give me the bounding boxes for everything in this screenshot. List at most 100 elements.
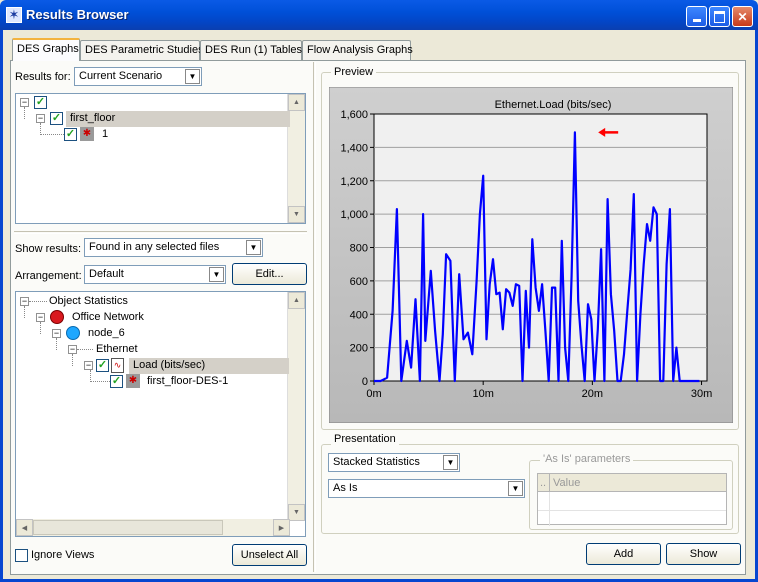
chevron-down-icon[interactable]: ▼ [246,240,261,255]
tab-des-parametric-studies[interactable]: DES Parametric Studies [80,40,204,60]
tree-item-load[interactable]: Load (bits/sec) [129,358,289,374]
tree-item-first-floor[interactable]: first_floor [66,111,290,127]
tree-item-first-floor-des-1[interactable]: first_floor-DES-1 [147,375,228,391]
y-tick-label: 1,400 [340,142,368,154]
expand-collapse-icon[interactable]: − [36,313,45,322]
show-button[interactable]: Show [666,543,741,565]
scroll-right-icon[interactable]: ▶ [273,519,290,536]
first-floor-checkbox[interactable]: ✓ [50,112,63,125]
expand-collapse-icon[interactable]: − [20,297,29,306]
close-button[interactable]: ✕ [732,6,753,27]
pane-splitter[interactable] [14,231,307,234]
expand-collapse-icon[interactable]: − [52,329,61,338]
statistics-tree-vscrollbar[interactable]: ▲ ▼ [287,292,305,521]
vertical-splitter[interactable] [313,62,316,572]
x-tick-label: 20m [582,388,603,400]
add-button[interactable]: Add [586,543,661,565]
scroll-up-icon[interactable]: ▲ [288,292,305,309]
show-results-value: Found in any selected files [89,241,220,253]
tree-connector [24,107,25,119]
scroll-down-icon[interactable]: ▼ [288,504,305,521]
statistics-tree-hscrollbar[interactable]: ◀ ▶ [16,519,290,536]
y-tick-label: 1,600 [340,109,368,121]
maximize-icon [714,10,725,23]
run-icon: ✱ [126,374,140,388]
chart-title: Ethernet.Load (bits/sec) [495,99,612,111]
presentation-filter-value: As Is [333,482,358,494]
expand-collapse-icon[interactable]: − [36,114,45,123]
edit-button[interactable]: Edit... [232,263,307,285]
row-divider [538,510,726,511]
arrangement-select[interactable]: Default ▼ [84,265,226,284]
presentation-title: Presentation [331,433,399,445]
presentation-mode-select[interactable]: Stacked Statistics ▼ [328,453,460,472]
as-is-parameters-title: 'As Is' parameters [540,453,634,465]
node-icon [66,326,80,340]
tree-connector [72,354,73,366]
ignore-views-label: Ignore Views [31,549,95,561]
column-divider [549,474,550,492]
chevron-down-icon[interactable]: ▼ [508,481,523,496]
close-icon: ✕ [737,9,748,24]
chevron-down-icon[interactable]: ▼ [443,455,458,470]
y-tick-label: 600 [350,276,368,288]
parameters-table[interactable]: .. Value [537,473,727,526]
tree-connector [29,301,47,302]
run-checkbox[interactable]: ✓ [64,128,77,141]
tree-connector [77,349,93,350]
chevron-down-icon[interactable]: ▼ [209,267,224,282]
y-tick-label: 400 [350,309,368,321]
tab-des-graphs[interactable]: DES Graphs [12,38,80,61]
presentation-filter-select[interactable]: As Is ▼ [328,479,525,498]
tab-des-run-tables[interactable]: DES Run (1) Tables [200,40,302,60]
tree-item-object-statistics[interactable]: Object Statistics [49,295,128,311]
app-icon: ✶ [6,7,22,23]
window-title: Results Browser [26,7,129,22]
preview-title: Preview [331,66,377,78]
statistic-icon: ∿ [111,358,124,373]
y-tick-label: 1,000 [340,209,368,221]
scroll-down-icon[interactable]: ▼ [288,206,305,223]
statistics-tree[interactable]: ▲ ▼ ◀ ▶ − Object Statistics − Office Net… [15,291,306,537]
parameters-col-value: Value [553,477,581,489]
unselect-all-button[interactable]: Unselect All [232,544,307,566]
results-tree[interactable]: ▲ ▼ − ✓ − ✓ first_floor ✓ ✱ 1 [15,93,306,224]
minimize-icon [692,19,701,22]
maximize-button[interactable] [709,6,730,27]
tree-connector [90,381,110,382]
scroll-left-icon[interactable]: ◀ [16,519,33,536]
chevron-down-icon[interactable]: ▼ [185,69,200,84]
y-tick-label: 1,200 [340,176,368,188]
y-tick-label: 0 [362,376,368,388]
network-icon [50,310,64,324]
x-tick-label: 30m [691,388,712,400]
tree-item-node-6[interactable]: node_6 [88,327,125,343]
expand-collapse-icon[interactable]: − [20,98,29,107]
column-divider [549,492,550,526]
tree-item-ethernet[interactable]: Ethernet [96,343,138,359]
x-tick-label: 10m [472,388,493,400]
minimize-button[interactable] [686,6,707,27]
scroll-thumb[interactable] [33,520,223,535]
tree-item-office-network[interactable]: Office Network [72,311,144,327]
results-for-select[interactable]: Current Scenario ▼ [74,67,202,86]
show-results-label: Show results: [15,243,82,255]
tree-connector [40,134,64,135]
load-checkbox[interactable]: ✓ [96,359,109,372]
arrangement-value: Default [89,268,124,280]
expand-collapse-icon[interactable]: − [68,345,77,354]
show-results-select[interactable]: Found in any selected files ▼ [84,238,263,257]
ignore-views-checkbox[interactable] [15,549,28,562]
results-for-value: Current Scenario [79,70,163,82]
run-icon: ✱ [80,127,94,141]
series-checkbox[interactable]: ✓ [110,375,123,388]
tab-flow-analysis-graphs[interactable]: Flow Analysis Graphs [302,40,413,60]
scroll-up-icon[interactable]: ▲ [288,94,305,111]
load-chart: Ethernet.Load (bits/sec) 0 200 400 600 800 1,… [329,87,733,423]
root-checkbox[interactable]: ✓ [34,96,47,109]
tree-item-run-1[interactable]: 1 [102,128,108,144]
x-tick-label: 0m [366,388,381,400]
tree-connector [40,322,41,334]
expand-collapse-icon[interactable]: − [84,361,93,370]
results-for-label: Results for: [15,71,71,83]
